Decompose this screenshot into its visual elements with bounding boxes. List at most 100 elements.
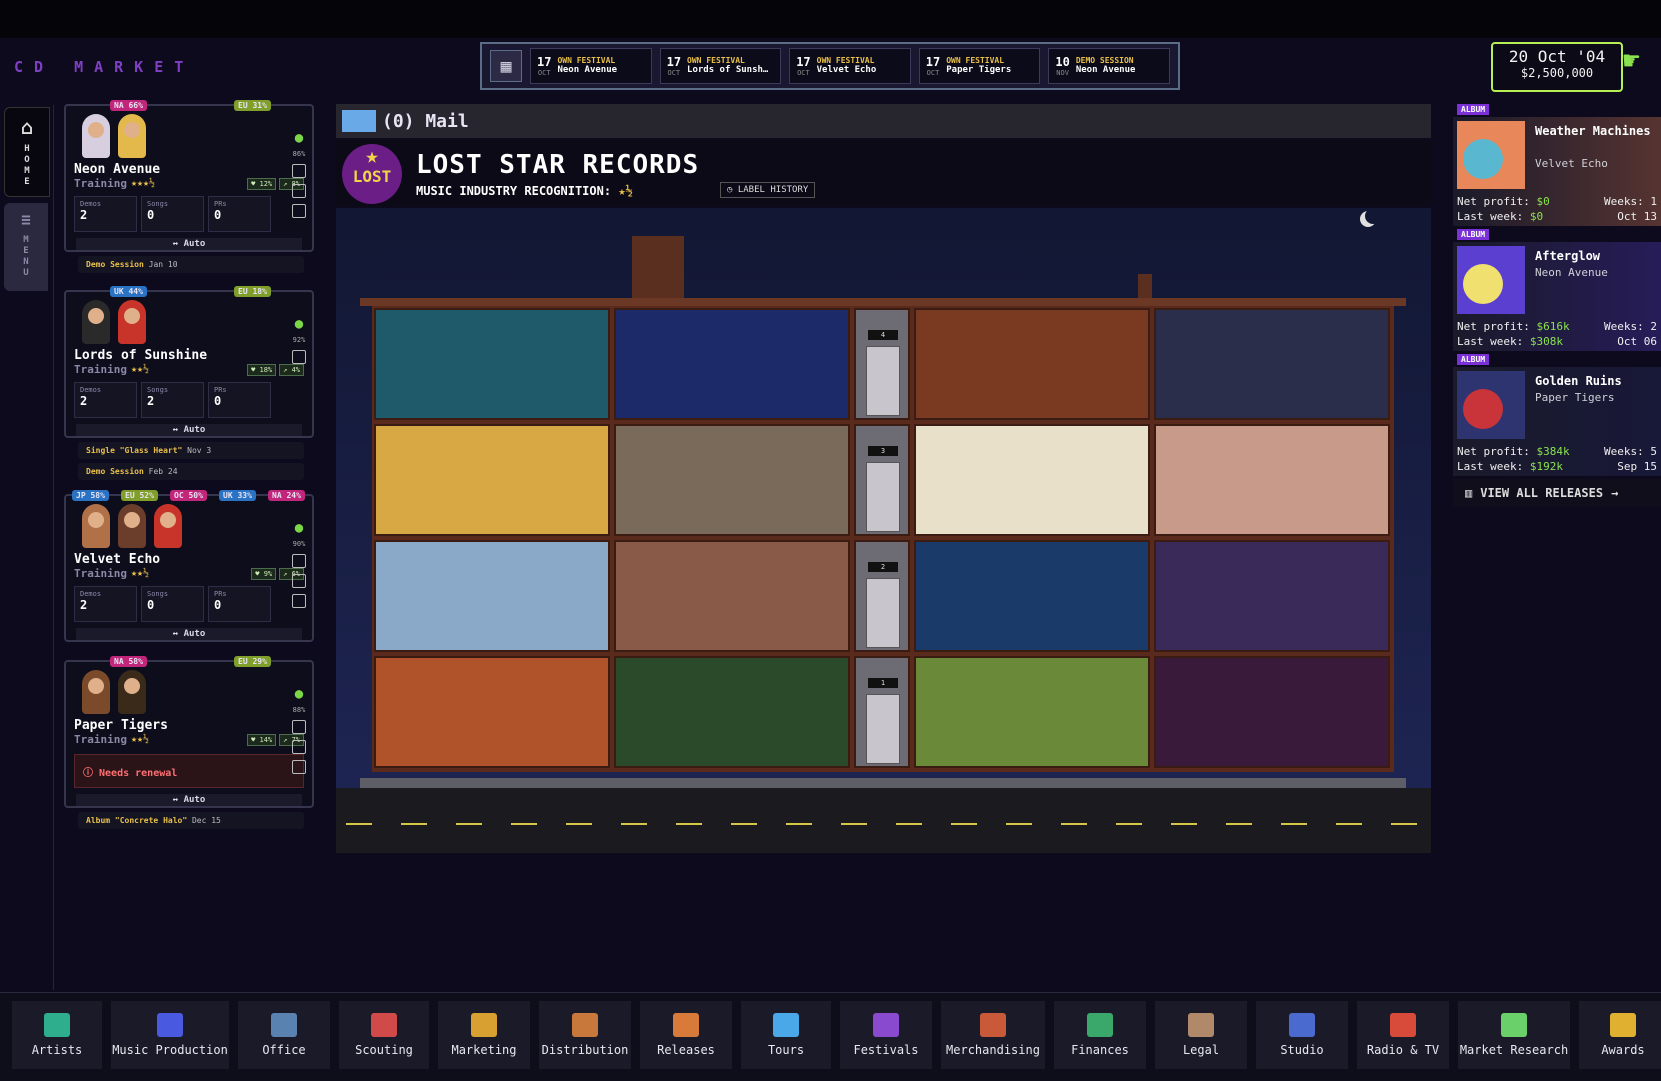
artist-card[interactable]: NA 58% EU 29% Paper Tigers Training ★★½ ♥ 14%… — [64, 656, 314, 829]
calendar-event[interactable]: 17 OCT OWN FESTIVAL Paper Tigers — [918, 48, 1041, 84]
tag-icon[interactable] — [292, 740, 306, 754]
building: 4 3 2 1 — [372, 306, 1394, 772]
renewal-warning[interactable]: ⓘ Needs renewal — [74, 754, 304, 788]
nav-marketing[interactable]: Marketing — [438, 1001, 530, 1069]
stat-value: 2 — [80, 394, 88, 408]
auto-toggle[interactable]: ↔ Auto — [76, 628, 302, 640]
nav-festivals[interactable]: Festivals — [840, 1001, 932, 1069]
elevator-floor[interactable]: 3 — [854, 424, 910, 536]
office-room[interactable] — [1154, 308, 1390, 420]
chimney — [632, 236, 684, 298]
event-month: OCT — [537, 68, 551, 77]
auto-toggle[interactable]: ↔ Auto — [76, 794, 302, 806]
calendar-icon[interactable] — [292, 554, 306, 568]
calendar-event[interactable]: 10 NOV DEMO SESSION Neon Avenue — [1048, 48, 1170, 84]
release-card[interactable]: ALBUM Golden Ruins Paper Tigers Net profit:… — [1453, 354, 1661, 476]
tag-icon[interactable] — [292, 184, 306, 198]
event-month: NOV — [1056, 68, 1069, 77]
shirt-icon[interactable] — [292, 594, 306, 608]
bottom-nav: Artists Music Production Office Scouting Mar… — [0, 992, 1661, 1081]
stat-label: PRs — [214, 200, 227, 208]
event-artist: Lords of Sunsh… — [687, 65, 769, 76]
nav-distribution[interactable]: Distribution — [539, 1001, 631, 1069]
office-room[interactable] — [374, 540, 610, 652]
office-room[interactable] — [1154, 656, 1390, 768]
home-icon: ⌂ — [20, 115, 34, 139]
calendar-icon[interactable] — [292, 720, 306, 734]
office-room[interactable] — [614, 656, 850, 768]
training-stars: ★★½ — [130, 568, 150, 579]
office-room[interactable] — [614, 540, 850, 652]
calendar-icon[interactable]: ▦ — [490, 50, 522, 82]
elevator-floor[interactable]: 1 — [854, 656, 910, 768]
last-week: Last week: $192k — [1457, 460, 1563, 473]
office-room[interactable] — [614, 424, 850, 536]
scheduled-task[interactable]: Album "Concrete Halo" Dec 15 — [78, 812, 304, 829]
elevator-floor[interactable]: 2 — [854, 540, 910, 652]
release-card[interactable]: ALBUM Weather Machines Velvet Echo Net prof… — [1453, 104, 1661, 226]
percent-label: 88% — [292, 706, 306, 714]
office-room[interactable] — [914, 424, 1150, 536]
nav-label: Legal — [1182, 1043, 1220, 1057]
auto-toggle[interactable]: ↔ Auto — [76, 424, 302, 436]
office-room[interactable] — [1154, 424, 1390, 536]
scheduled-task[interactable]: Demo Session Feb 24 — [78, 463, 304, 480]
release-title: Afterglow — [1535, 249, 1601, 263]
nav-finances[interactable]: Finances — [1054, 1001, 1146, 1069]
nav-scouting[interactable]: Scouting — [339, 1001, 429, 1069]
mail-icon — [342, 110, 376, 132]
avatar — [118, 300, 146, 344]
tag-icon[interactable] — [292, 574, 306, 588]
auto-toggle[interactable]: ↔ Auto — [76, 238, 302, 250]
scheduled-task[interactable]: Demo Session Jan 10 — [78, 256, 304, 273]
nav-tours[interactable]: Tours — [741, 1001, 831, 1069]
nav-merchandising[interactable]: Merchandising — [941, 1001, 1045, 1069]
office-room[interactable] — [374, 308, 610, 420]
nav-music-production[interactable]: Music Production — [111, 1001, 229, 1069]
artist-card[interactable]: JP 58% EU 52% OC 50% UK 33% NA 24% Velvet Ech… — [64, 490, 314, 642]
pointing-hand-icon[interactable]: ☛ — [1623, 46, 1655, 76]
nav-artists[interactable]: Artists — [12, 1001, 102, 1069]
view-all-releases-button[interactable]: ▥ VIEW ALL RELEASES → — [1453, 479, 1661, 507]
training-row: Training ★★½ ♥ 9% ↗ 6% — [66, 567, 312, 580]
artist-card[interactable]: NA 66% EU 31% Neon Avenue Training ★★★½ ♥ 12%… — [64, 100, 314, 273]
office-room[interactable] — [914, 308, 1150, 420]
nav-radio-tv[interactable]: Radio & TV — [1357, 1001, 1449, 1069]
mail-bar[interactable]: (0) Mail — [336, 104, 1431, 138]
nav-legal[interactable]: Legal — [1155, 1001, 1247, 1069]
home-tab[interactable]: ⌂ HOME — [4, 107, 50, 197]
office-room[interactable] — [914, 656, 1150, 768]
calendar-event[interactable]: 17 OCT OWN FESTIVAL Lords of Sunsh… — [659, 48, 782, 84]
task-name: Demo Session — [86, 260, 149, 269]
shirt-icon[interactable] — [292, 760, 306, 774]
office-room[interactable] — [614, 308, 850, 420]
calendar-event[interactable]: 17 OCT OWN FESTIVAL Velvet Echo — [789, 48, 911, 84]
scheduled-task[interactable]: Single "Glass Heart" Nov 3 — [78, 442, 304, 459]
elevator-floor[interactable]: 4 — [854, 308, 910, 420]
calendar-event[interactable]: 17 OCT OWN FESTIVAL Neon Avenue — [530, 48, 652, 84]
marketing-icon — [471, 1013, 497, 1037]
stat-badge: ♥ 9% — [251, 567, 277, 580]
nav-office[interactable]: Office — [238, 1001, 330, 1069]
last-week-label: Last week: — [1457, 460, 1530, 473]
menu-tab[interactable]: ≡ MENU — [4, 203, 48, 291]
artist-card[interactable]: UK 44% EU 18% Lords of Sunshine Training ★★½… — [64, 286, 314, 480]
office-room[interactable] — [374, 424, 610, 536]
calendar-icon[interactable] — [292, 164, 306, 178]
task-date: Feb 24 — [148, 467, 178, 476]
nav-studio[interactable]: Studio — [1256, 1001, 1348, 1069]
label-name: LOST STAR RECORDS — [416, 150, 700, 180]
calendar-icon[interactable] — [292, 350, 306, 364]
training-label: Training — [74, 363, 127, 376]
nav-releases[interactable]: Releases — [640, 1001, 732, 1069]
shirt-icon[interactable] — [292, 204, 306, 218]
release-card[interactable]: ALBUM Afterglow Neon Avenue Net profit: $61… — [1453, 229, 1661, 351]
office-room[interactable] — [914, 540, 1150, 652]
nav-market-research[interactable]: Market Research — [1458, 1001, 1570, 1069]
nav-awards[interactable]: Awards — [1579, 1001, 1661, 1069]
office-room[interactable] — [374, 656, 610, 768]
label-history-button[interactable]: ◷ LABEL HISTORY — [720, 182, 816, 198]
task-name: Album "Concrete Halo" — [86, 816, 192, 825]
office-room[interactable] — [1154, 540, 1390, 652]
lane-marking — [1116, 823, 1142, 825]
